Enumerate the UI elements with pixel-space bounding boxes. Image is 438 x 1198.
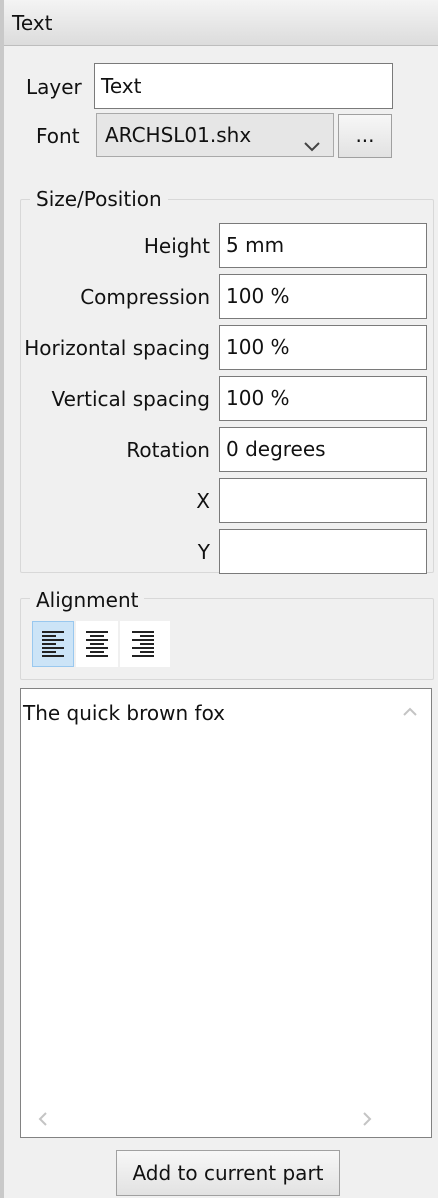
panel-left-edge	[0, 0, 4, 1198]
x-label: X	[196, 489, 210, 513]
layer-input[interactable]: Text	[94, 63, 393, 109]
compression-input[interactable]: 100 %	[219, 274, 427, 319]
scroll-right-icon[interactable]	[361, 1109, 375, 1133]
vertical-spacing-input[interactable]: 100 %	[219, 376, 427, 421]
height-input[interactable]: 5 mm	[219, 223, 427, 268]
scroll-left-icon[interactable]	[35, 1109, 49, 1133]
text-content-area[interactable]: The quick brown fox	[20, 688, 432, 1138]
font-select[interactable]: ARCHSL01.shx	[96, 113, 334, 157]
panel-title: Text	[4, 0, 438, 46]
alignment-legend: Alignment	[30, 587, 145, 613]
horizontal-spacing-label: Horizontal spacing	[24, 336, 210, 360]
chevron-down-icon	[303, 126, 321, 168]
align-center-button[interactable]	[76, 621, 118, 667]
compression-label: Compression	[80, 285, 210, 309]
horizontal-spacing-input[interactable]: 100 %	[219, 325, 427, 370]
align-left-button[interactable]	[32, 621, 74, 667]
align-left-icon	[42, 631, 64, 657]
font-label: Font	[36, 124, 80, 148]
rotation-input[interactable]: 0 degrees	[219, 427, 427, 472]
text-content: The quick brown fox	[23, 701, 226, 725]
size-position-legend: Size/Position	[30, 186, 168, 212]
layer-label: Layer	[26, 75, 82, 99]
align-right-icon	[132, 631, 154, 657]
font-browse-button[interactable]: ...	[338, 114, 392, 158]
align-right-button[interactable]	[120, 621, 170, 667]
rotation-label: Rotation	[126, 438, 210, 462]
y-label: Y	[197, 540, 210, 564]
height-label: Height	[143, 234, 210, 258]
font-select-value: ARCHSL01.shx	[105, 123, 252, 147]
y-input[interactable]	[219, 529, 427, 574]
scroll-up-icon[interactable]	[401, 699, 419, 723]
add-to-current-part-button[interactable]: Add to current part	[116, 1150, 340, 1196]
vertical-spacing-label: Vertical spacing	[51, 387, 210, 411]
x-input[interactable]	[219, 478, 427, 523]
align-center-icon	[86, 631, 108, 657]
